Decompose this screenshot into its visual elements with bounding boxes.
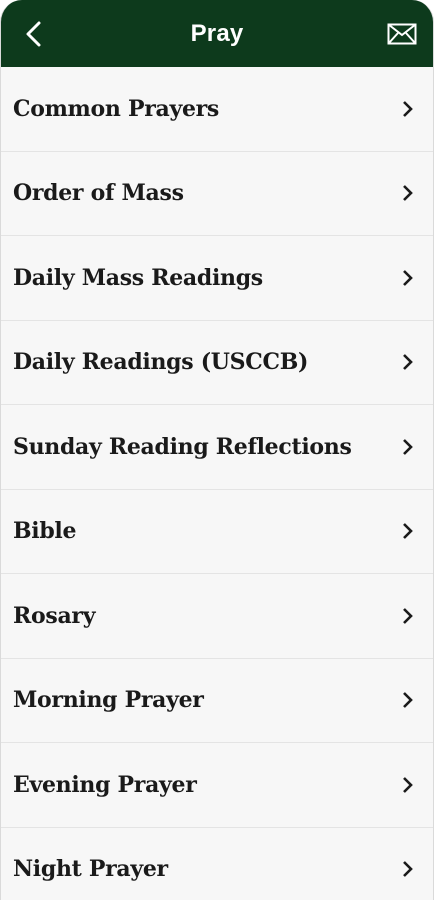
envelope-icon [387,23,417,45]
top-bar: Pray [1,0,433,67]
menu-item-label: Bible [13,518,77,545]
chevron-right-icon [401,353,415,371]
menu-item-label: Evening Prayer [13,771,197,798]
chevron-right-icon [401,100,415,118]
chevron-left-icon [26,21,41,47]
menu-item-morning-prayer[interactable]: Morning Prayer [1,659,433,743]
menu-item-label: Daily Mass Readings [13,264,263,291]
chevron-right-icon [401,776,415,794]
menu-item-bible[interactable]: Bible [1,490,433,574]
menu-item-label: Night Prayer [13,856,168,883]
menu-item-label: Order of Mass [13,180,184,207]
chevron-right-icon [401,184,415,202]
app-screen: Pray Common Prayers Order of Mass Daily … [0,0,434,900]
chevron-right-icon [401,607,415,625]
page-title: Pray [190,19,244,47]
menu-item-daily-mass-readings[interactable]: Daily Mass Readings [1,236,433,321]
mail-button[interactable] [385,18,419,50]
menu-item-label: Sunday Reading Reflections [13,433,352,460]
back-button[interactable] [15,16,51,52]
menu-item-daily-readings-usccb[interactable]: Daily Readings (USCCB) [1,321,433,405]
menu-item-order-of-mass[interactable]: Order of Mass [1,152,433,236]
chevron-right-icon [401,522,415,540]
chevron-right-icon [401,691,415,709]
menu-item-sunday-reading-reflections[interactable]: Sunday Reading Reflections [1,405,433,490]
menu-item-label: Rosary [13,602,96,629]
menu-item-label: Daily Readings (USCCB) [13,349,309,376]
menu-item-common-prayers[interactable]: Common Prayers [1,67,433,152]
pray-menu-list: Common Prayers Order of Mass Daily Mass … [1,67,433,900]
menu-item-evening-prayer[interactable]: Evening Prayer [1,743,433,828]
menu-item-label: Common Prayers [13,95,220,122]
menu-item-rosary[interactable]: Rosary [1,574,433,659]
menu-item-night-prayer[interactable]: Night Prayer [1,828,433,900]
menu-item-label: Morning Prayer [13,687,204,714]
chevron-right-icon [401,860,415,878]
chevron-right-icon [401,269,415,287]
chevron-right-icon [401,438,415,456]
